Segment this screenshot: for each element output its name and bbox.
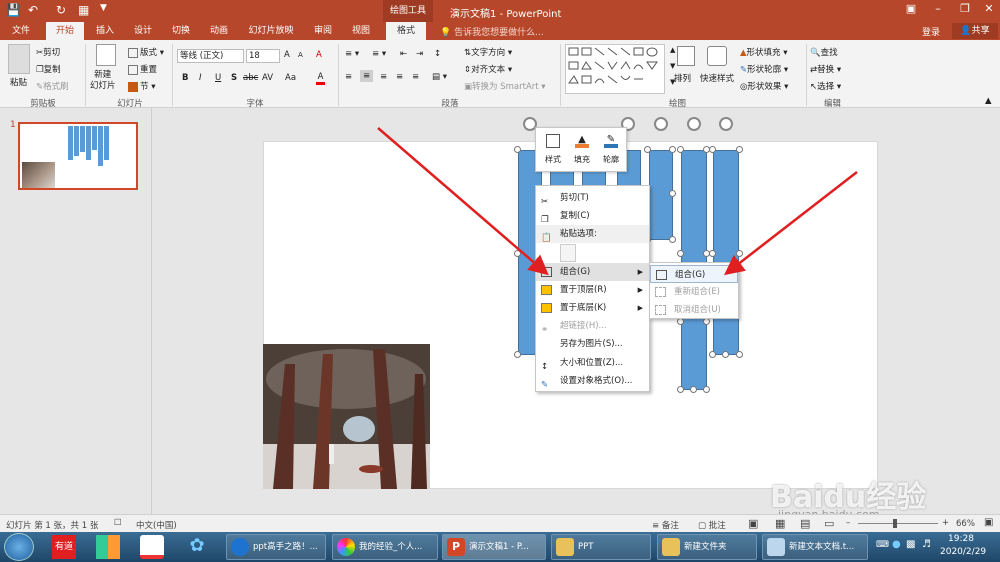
app-icon-flower[interactable]: ✿ <box>185 535 209 559</box>
tray-keyboard-icon[interactable]: ⌨ <box>876 540 889 550</box>
taskbar-app-sogou[interactable]: ppt高手之路！... <box>226 534 326 560</box>
taskbar-app-powerpoint[interactable]: P 演示文稿1 - P... <box>442 534 546 560</box>
windows-taskbar: 有道 ✿ ppt高手之路！... 我的经验_个人... P 演示文稿1 - P..… <box>0 532 1000 562</box>
red-arrow-right <box>724 171 858 276</box>
start-button[interactable] <box>4 533 34 561</box>
app-icon-tiles[interactable] <box>96 535 120 559</box>
sogou-icon <box>231 538 249 556</box>
sorter-view-icon[interactable]: ▦ <box>775 517 785 530</box>
tray-network-icon[interactable]: ▩ <box>906 539 915 550</box>
normal-view-icon[interactable]: ▣ <box>748 517 758 530</box>
powerpoint-icon: P <box>447 538 465 556</box>
notes-button[interactable]: ≡ 备注 <box>652 519 679 531</box>
reading-view-icon[interactable]: ▤ <box>800 517 810 530</box>
language-label[interactable]: 中文(中国) <box>136 519 177 531</box>
zoom-in-icon[interactable]: + <box>942 518 949 528</box>
notes-icon: ≡ <box>652 521 660 531</box>
tray-volume-icon[interactable]: ♬ <box>922 539 931 550</box>
zoom-level[interactable]: 66% <box>956 519 975 529</box>
comments-icon: ▢ <box>698 521 707 531</box>
browser-icon <box>337 538 355 556</box>
folder-icon <box>556 538 574 556</box>
slide-info: 幻灯片 第 1 张，共 1 张 <box>6 521 99 531</box>
red-arrow-left <box>377 127 549 276</box>
app-icon-wps[interactable] <box>140 535 164 559</box>
slideshow-view-icon[interactable]: ▭ <box>824 517 834 530</box>
fit-slide-icon[interactable]: ▣ <box>984 517 993 528</box>
status-bar: 幻灯片 第 1 张，共 1 张 ☐ 中文(中国) ≡ 备注 ▢ 批注 ▣ ▦ ▤… <box>0 514 1000 532</box>
comments-button[interactable]: ▢ 批注 <box>698 519 726 531</box>
taskbar-app-browser[interactable]: 我的经验_个人... <box>332 534 438 560</box>
youdao-icon[interactable]: 有道 <box>52 535 76 559</box>
taskbar-app-notepad[interactable]: 新建文本文档.t... <box>762 534 868 560</box>
clock-time[interactable]: 19:28 <box>948 534 974 544</box>
folder-icon <box>662 538 680 556</box>
zoom-slider[interactable] <box>858 523 938 524</box>
zoom-out-icon[interactable]: – <box>846 518 850 528</box>
notepad-icon <box>767 538 785 556</box>
clock-date[interactable]: 2020/2/29 <box>940 547 986 557</box>
taskbar-app-folder-ppt[interactable]: PPT <box>551 534 651 560</box>
spell-check-icon[interactable]: ☐ <box>114 518 122 528</box>
zoom-slider-thumb[interactable] <box>893 519 897 528</box>
taskbar-app-new-folder[interactable]: 新建文件夹 <box>657 534 757 560</box>
tray-help-icon[interactable]: ● <box>892 539 901 550</box>
